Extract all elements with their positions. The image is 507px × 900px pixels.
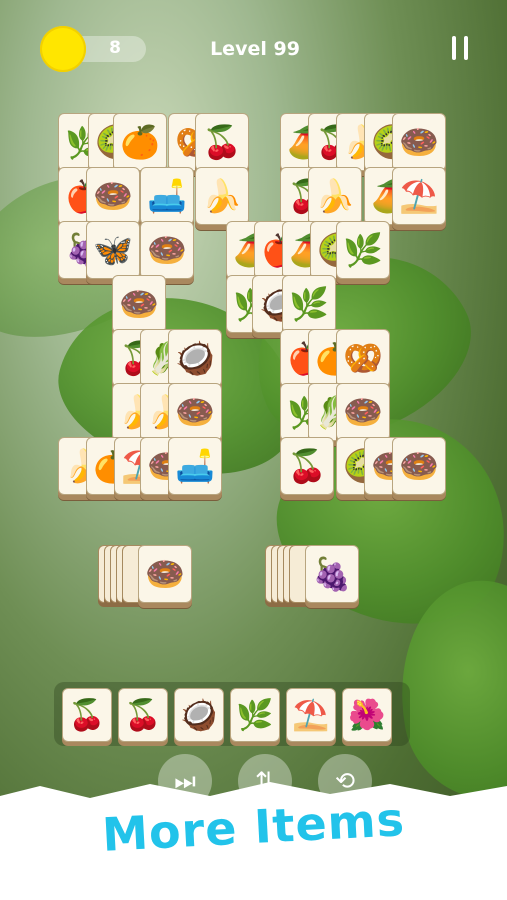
board-tile[interactable]: 🛋️ <box>140 167 194 225</box>
stack-left-top-tile[interactable]: 🍩 <box>138 545 192 603</box>
board-tile[interactable]: 🍒 <box>280 437 334 495</box>
tray-tile: ⛱️ <box>286 688 336 742</box>
board-tile[interactable]: 🛋️ <box>168 437 222 495</box>
coin-count: 8 <box>109 38 121 58</box>
stack-right-top-tile[interactable]: 🍇 <box>305 545 359 603</box>
tray-tile: 🍒 <box>62 688 112 742</box>
board-tile[interactable]: 🥨 <box>336 329 390 387</box>
board-tile[interactable]: 🥥 <box>168 329 222 387</box>
pause-icon <box>452 36 456 60</box>
coin-icon <box>40 26 86 72</box>
pause-button[interactable] <box>448 36 472 62</box>
board-tile[interactable]: ⛱️ <box>392 167 446 225</box>
board-tile[interactable]: 🍒 <box>195 113 249 171</box>
level-title: Level 99 <box>210 38 300 60</box>
board-tile[interactable]: 🍊 <box>113 113 167 171</box>
tray-tile: 🥥 <box>174 688 224 742</box>
tray-tile: 🍒 <box>118 688 168 742</box>
board-tile[interactable]: 🍩 <box>336 383 390 441</box>
tray-tile: 🌿 <box>230 688 280 742</box>
board-tile[interactable]: 🍌 <box>308 167 362 225</box>
board-tile[interactable]: 🍩 <box>168 383 222 441</box>
board-tile[interactable]: 🌿 <box>282 275 336 333</box>
board-tile[interactable]: 🌿 <box>336 221 390 279</box>
board-tile[interactable]: 🍩 <box>140 221 194 279</box>
pause-icon <box>464 36 468 60</box>
tray-tile: 🌺 <box>342 688 392 742</box>
board-tile[interactable]: 🦋 <box>86 221 140 279</box>
board-tile[interactable]: 🍩 <box>392 437 446 495</box>
board-tile[interactable]: 🍩 <box>112 275 166 333</box>
board-tile[interactable]: 🍩 <box>86 167 140 225</box>
board-tile[interactable]: 🍩 <box>392 113 446 171</box>
board-tile[interactable]: 🍌 <box>195 167 249 225</box>
